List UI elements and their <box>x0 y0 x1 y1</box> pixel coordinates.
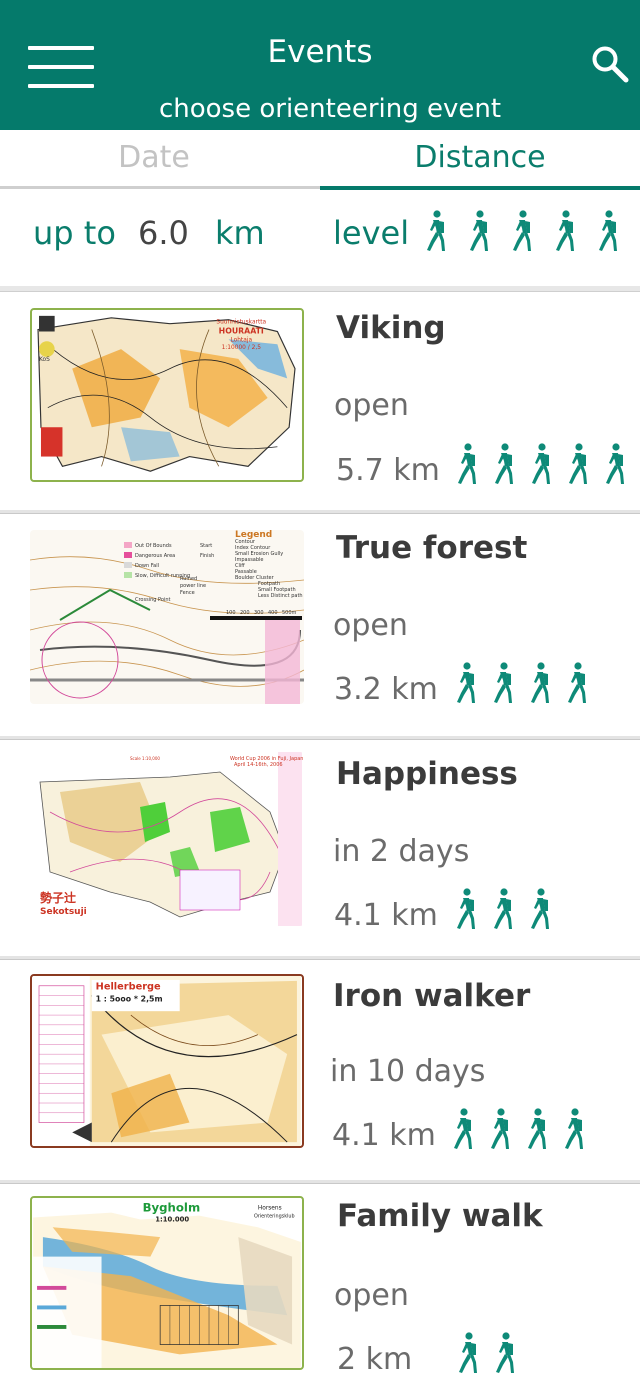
map-label: 勢子辻 <box>40 890 76 905</box>
map-label: 1:10000 / 2,5 <box>222 345 262 351</box>
map-label: Bygholm <box>143 1201 201 1215</box>
event-distance: 3.2 km <box>334 672 438 707</box>
event-card[interactable]: Suunnistuskartta HOURAATI Lohtaja 1:1000… <box>0 296 640 510</box>
page-subtitle: choose orienteering event <box>158 94 502 124</box>
map-thumbnail-iron-walker: Hellerberge 1 : 5ooo * 2,5m <box>30 974 304 1148</box>
hiker-icon <box>495 443 513 484</box>
map-label: Finish <box>200 553 214 559</box>
hiker-icon <box>531 662 549 703</box>
map-label: Ruined <box>180 576 197 582</box>
hiker-icon <box>457 662 475 703</box>
map-label: April 14-16th, 2006 <box>234 762 283 768</box>
map-label: KoS <box>39 357 50 363</box>
map-label: Sekotsuji <box>40 907 87 917</box>
map-label: Orienteringsklub <box>254 1214 295 1220</box>
map-label: Scale 1:10,000 <box>130 756 160 761</box>
event-card[interactable]: Legend Out Of Bounds Dangerous Area Down… <box>0 514 640 736</box>
menu-line <box>28 84 94 88</box>
hiker-icon <box>532 443 550 484</box>
event-distance: 5.7 km <box>336 453 440 488</box>
event-card[interactable]: Bygholm 1:10.000 Horsens Orienteringsklu… <box>0 1184 640 1400</box>
event-card[interactable]: World Cup 2006 in Fuji, Japan April 14-1… <box>0 740 640 956</box>
map-label: HOURAATI <box>219 326 264 335</box>
filter-level-label: level <box>333 214 410 252</box>
hiker-icon <box>494 888 512 929</box>
filter-prefix: up to <box>33 214 116 252</box>
hiker-icon <box>491 1108 509 1149</box>
event-name: Viking <box>336 310 446 346</box>
search-icon[interactable] <box>590 44 630 84</box>
event-status: open <box>333 608 408 643</box>
map-thumbnail-family-walk: Bygholm 1:10.000 Horsens Orienteringsklu… <box>30 1196 304 1370</box>
event-name: True forest <box>336 530 528 566</box>
hiker-icon <box>565 1108 583 1149</box>
event-distance: 4.1 km <box>332 1118 436 1153</box>
event-name: Iron walker <box>333 978 531 1014</box>
app-bar: Events choose orienteering event <box>0 0 640 130</box>
event-distance: 4.1 km <box>334 898 438 933</box>
map-label: 500m <box>282 610 297 616</box>
tab-underline-date <box>0 186 320 189</box>
map-thumbnail-viking: Suunnistuskartta HOURAATI Lohtaja 1:1000… <box>30 308 304 482</box>
event-distance: 2 km <box>337 1342 413 1377</box>
event-card[interactable]: Hellerberge 1 : 5ooo * 2,5m Iron walker … <box>0 960 640 1180</box>
map-label: Out Of Bounds <box>135 543 172 549</box>
map-thumbnail-true-forest: Legend Out Of Bounds Dangerous Area Down… <box>30 530 304 704</box>
hiker-icon <box>470 210 488 251</box>
map-label: Dangerous Area <box>135 553 175 559</box>
map-label: Suunnistuskartta <box>216 320 266 326</box>
filter-distance-value[interactable]: 6.0 <box>138 214 189 252</box>
hiker-icon <box>454 1108 472 1149</box>
hiker-icon <box>556 210 574 251</box>
event-status: open <box>334 1278 409 1313</box>
event-status: in 10 days <box>330 1054 486 1089</box>
map-label: Crossing Point <box>135 597 170 603</box>
hiker-icon <box>606 443 624 484</box>
sort-tabs: Date Distance <box>0 130 640 191</box>
event-status: in 2 days <box>333 834 470 869</box>
hiker-icon <box>528 1108 546 1149</box>
map-thumbnail-happiness: World Cup 2006 in Fuji, Japan April 14-1… <box>30 752 304 926</box>
map-label: 200 <box>240 610 250 616</box>
map-label: Start <box>200 543 212 549</box>
hiker-icon <box>599 210 617 251</box>
map-label: Less Distinct path <box>258 593 303 599</box>
hiker-icon <box>569 443 587 484</box>
hiker-icon <box>458 443 476 484</box>
tab-underline-distance <box>320 186 640 190</box>
hiker-icon <box>496 1332 514 1373</box>
map-label: 1 : 5ooo * 2,5m <box>96 994 163 1003</box>
filter-unit: km <box>215 214 265 252</box>
event-status: open <box>334 388 409 423</box>
hiker-icon <box>427 210 445 251</box>
map-label: Horsens <box>258 1206 282 1212</box>
map-label: 400 <box>268 610 278 616</box>
event-name: Happiness <box>336 756 518 792</box>
event-name: Family walk <box>337 1198 543 1234</box>
hiker-icon <box>494 662 512 703</box>
page-title: Events <box>267 34 373 70</box>
hiker-icon <box>459 1332 477 1373</box>
tab-distance[interactable]: Distance <box>320 140 640 175</box>
map-label: 300 <box>254 610 264 616</box>
tab-date[interactable]: Date <box>0 140 308 175</box>
map-label: 1:10.000 <box>155 1215 189 1223</box>
map-label: 100 <box>226 610 236 616</box>
distance-filter: up to 6.0 km level <box>0 192 640 288</box>
hiker-icon <box>531 888 549 929</box>
map-label: Lohtaja <box>230 337 252 343</box>
map-label: Fence <box>180 590 195 596</box>
hiker-icon <box>457 888 475 929</box>
divider <box>0 286 640 292</box>
map-label: Down Fall <box>135 563 159 569</box>
map-label: Hellerberge <box>96 982 161 993</box>
map-label: power line <box>180 583 206 589</box>
hiker-icon <box>568 662 586 703</box>
hiker-icon <box>513 210 531 251</box>
